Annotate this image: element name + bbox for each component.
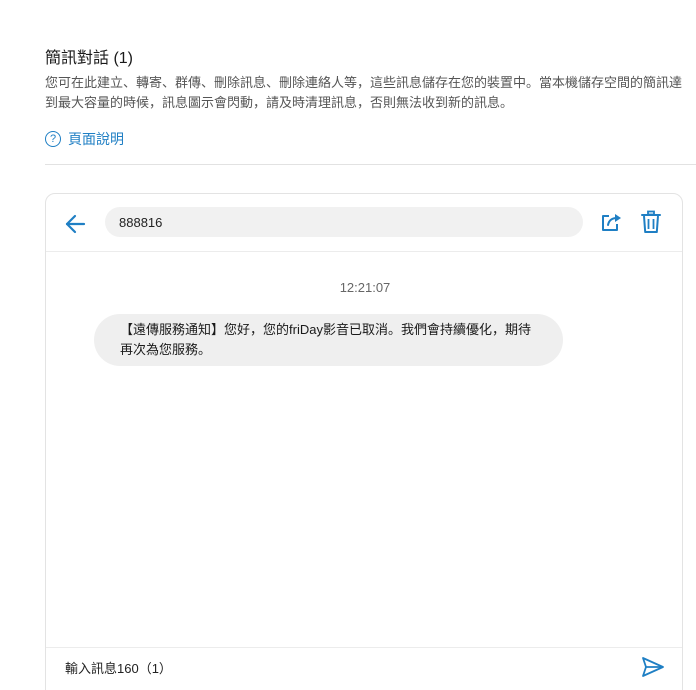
page-title: 簡訊對話 (1) (45, 50, 134, 67)
help-icon: ? (45, 131, 61, 147)
section-divider (45, 164, 696, 165)
message-input[interactable] (65, 656, 565, 680)
conversation-panel: 12:21:07 【遠傳服務通知】您好，您的friDay影音已取消。我們會持續優… (45, 193, 683, 690)
recipient-number-field[interactable] (105, 207, 583, 237)
arrow-left-icon[interactable] (63, 212, 87, 236)
message-bubble: 【遠傳服務通知】您好，您的friDay影音已取消。我們會持續優化，期待再次為您服… (94, 314, 563, 366)
message-timestamp: 12:21:07 (339, 280, 391, 295)
trash-icon[interactable] (640, 210, 662, 234)
message-composer (46, 647, 682, 690)
help-link[interactable]: ? 頁面說明 (45, 128, 124, 150)
page-description: 您可在此建立、轉寄、群傳、刪除訊息、刪除連絡人等，這些訊息儲存在您的裝置中。當本… (45, 75, 683, 110)
share-icon[interactable] (600, 211, 622, 233)
conversation-header (46, 194, 682, 252)
sms-conversation-page: 簡訊對話 (1) 您可在此建立、轉寄、群傳、刪除訊息、刪除連絡人等，這些訊息儲存… (0, 0, 696, 690)
help-link-label: 頁面說明 (68, 131, 124, 147)
send-icon[interactable] (641, 656, 665, 678)
